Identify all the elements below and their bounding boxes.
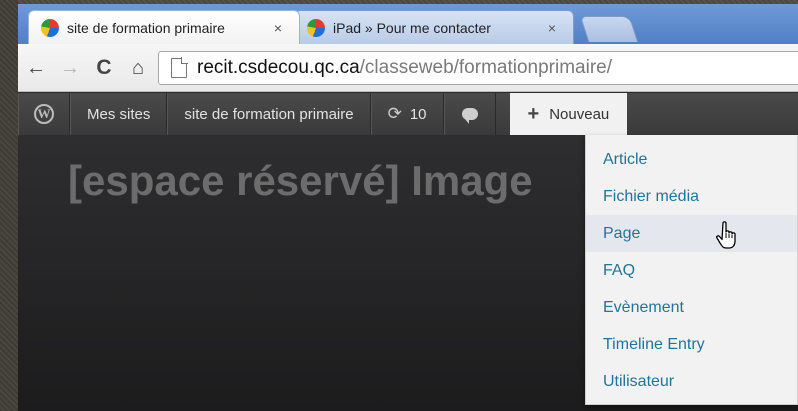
back-arrow-icon[interactable]: ← xyxy=(24,56,48,80)
browser-window: iPad » Pour me contacter × site de forma… xyxy=(18,4,798,411)
browser-toolbar: ← → C ⌂ recit.csdecou.qc.ca/classeweb/fo… xyxy=(18,44,798,92)
comment-bubble-icon xyxy=(461,108,478,124)
chrome-favicon xyxy=(41,18,59,37)
tab-site-formation[interactable]: site de formation primaire × xyxy=(28,10,300,44)
address-bar[interactable]: recit.csdecou.qc.ca/classeweb/formationp… xyxy=(158,51,798,85)
new-content-menu[interactable]: + Nouveau xyxy=(509,93,628,135)
home-icon[interactable]: ⌂ xyxy=(126,56,150,80)
menu-item-user[interactable]: Utilisateur xyxy=(586,363,797,400)
wp-logo-menu[interactable]: W xyxy=(18,93,70,135)
comments-menu[interactable] xyxy=(443,93,496,135)
menu-item-label: Page xyxy=(603,224,641,242)
wordpress-logo-icon: W xyxy=(34,104,54,124)
updates-icon: ⟳ xyxy=(387,104,402,123)
new-content-label: Nouveau xyxy=(549,105,610,123)
tab-strip: iPad » Pour me contacter × site de forma… xyxy=(18,4,798,44)
forward-arrow-icon[interactable]: → xyxy=(58,56,82,80)
menu-item-faq[interactable]: FAQ xyxy=(586,252,797,289)
tab-ipad-contact[interactable]: iPad » Pour me contacter × xyxy=(294,10,574,44)
hand-cursor-icon xyxy=(716,221,736,249)
new-content-dropdown: Article Fichier média Page FAQ Evènement… xyxy=(585,135,798,405)
menu-item-timeline-entry[interactable]: Timeline Entry xyxy=(586,326,797,363)
menu-item-media-file[interactable]: Fichier média xyxy=(586,178,797,215)
plus-icon: + xyxy=(527,102,540,125)
menu-item-event[interactable]: Evènement xyxy=(586,289,797,326)
tab-title: iPad » Pour me contacter xyxy=(333,19,491,36)
my-sites-menu[interactable]: Mes sites xyxy=(70,93,168,135)
reload-icon[interactable]: C xyxy=(92,56,116,80)
chrome-favicon xyxy=(307,18,325,37)
close-icon[interactable]: × xyxy=(543,20,561,36)
page-title: [espace réservé] Image xyxy=(68,157,533,204)
wp-admin-bar: W Mes sites site de formation primaire ⟳… xyxy=(18,93,798,135)
close-icon[interactable]: × xyxy=(269,20,287,36)
page-icon xyxy=(171,57,188,78)
url-host: recit.csdecou.qc.ca xyxy=(197,57,360,78)
updates-menu[interactable]: ⟳ 10 xyxy=(370,93,444,135)
url-path: /classeweb/formationprimaire/ xyxy=(359,57,613,78)
menu-item-page[interactable]: Page xyxy=(586,215,797,252)
desktop-background-left xyxy=(0,0,18,411)
site-name-menu[interactable]: site de formation primaire xyxy=(167,93,371,135)
new-tab-button[interactable] xyxy=(579,16,639,42)
updates-count: 10 xyxy=(409,105,427,123)
menu-item-article[interactable]: Article xyxy=(586,141,797,178)
admin-bar-spacer xyxy=(627,93,798,135)
tab-title: site de formation primaire xyxy=(67,19,225,36)
